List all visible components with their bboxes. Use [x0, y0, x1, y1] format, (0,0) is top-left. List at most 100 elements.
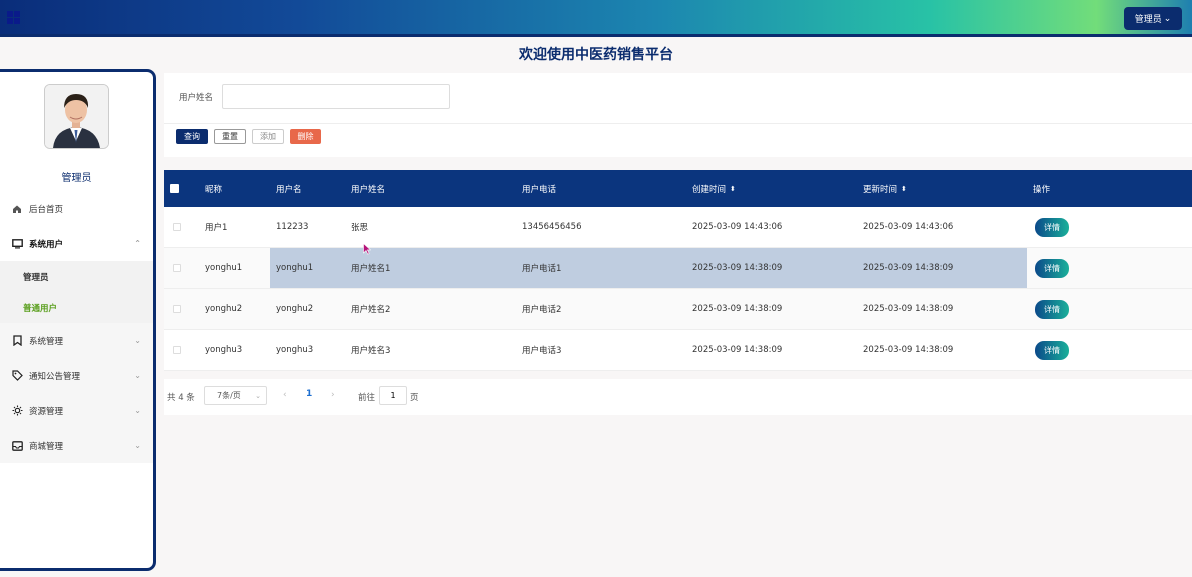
detail-button[interactable]: 详情	[1035, 217, 1069, 237]
page-size-value: 7条/页	[217, 391, 241, 400]
column-header-updated[interactable]: 更新时间 ⬍	[863, 170, 907, 207]
sidebar-item-resource-management[interactable]: 资源管理 ⌄	[0, 393, 153, 428]
query-button[interactable]: 查询	[176, 129, 208, 144]
cell-created: 2025-03-09 14:38:09	[692, 263, 783, 273]
sidebar-item-mall-management[interactable]: 商城管理 ⌄	[0, 428, 153, 463]
top-bar: 管理员 ⌄	[0, 0, 1192, 37]
column-header-label: 创建时间	[692, 184, 727, 195]
cell-actions: 详情	[1035, 248, 1069, 288]
page-size-select[interactable]: 7条/页 ⌄	[204, 386, 267, 405]
column-header-actions: 操作	[1033, 184, 1051, 195]
detail-button[interactable]: 详情	[1035, 258, 1069, 278]
page-number-current[interactable]: 1	[306, 389, 312, 399]
sidebar-item-label: 后台首页	[29, 204, 64, 215]
table-row[interactable]: yonghu3 yonghu3 用户姓名3 用户电话3 2025-03-09 1…	[164, 330, 1192, 371]
row-checkbox-cell	[173, 207, 181, 247]
row-checkbox-cell	[173, 248, 181, 288]
sidebar-item-label: 系统管理	[29, 336, 64, 347]
sidebar-item-system-management[interactable]: 系统管理 ⌄	[0, 323, 153, 358]
sidebar-item-home[interactable]: 后台首页	[0, 191, 153, 226]
inbox-icon	[11, 440, 23, 452]
sidebar-item-label: 资源管理	[29, 406, 64, 417]
detail-button[interactable]: 详情	[1035, 299, 1069, 319]
cell-updated: 2025-03-09 14:43:06	[863, 222, 954, 232]
select-all-checkbox[interactable]	[170, 184, 179, 193]
sidebar-subitem-normal-users[interactable]: 普通用户	[0, 292, 153, 323]
chevron-up-icon: ⌃	[134, 239, 141, 248]
sidebar-item-label: 通知公告管理	[29, 371, 81, 382]
cell-realname: 用户姓名2	[351, 305, 391, 315]
cell-phone: 13456456456	[522, 222, 582, 232]
select-all-checkbox-cell	[170, 170, 179, 207]
sun-icon	[11, 405, 23, 417]
sidebar-user-name: 管理员	[61, 173, 92, 184]
reset-button[interactable]: 重置	[214, 129, 246, 144]
chevron-down-icon: ⌄	[255, 391, 261, 400]
admin-dropdown-button[interactable]: 管理员 ⌄	[1124, 7, 1182, 30]
prev-page-button[interactable]: ‹	[283, 390, 287, 400]
column-header-username: 用户名	[276, 184, 302, 195]
sort-icon[interactable]: ⬍	[730, 185, 736, 193]
sidebar-menu: 后台首页 系统用户 ⌃ 管理员 普通用户 系统管理 ⌄ 通知公告管理 ⌄ 资源管…	[0, 191, 153, 463]
menu-grid-icon[interactable]	[7, 11, 20, 24]
sidebar-item-notice-management[interactable]: 通知公告管理 ⌄	[0, 358, 153, 393]
pagination: 共 4 条 7条/页 ⌄ ‹ 1 › 前往 页	[164, 379, 1192, 415]
tag-icon	[11, 370, 23, 382]
cell-realname: 用户姓名3	[351, 346, 391, 356]
add-button[interactable]: 添加	[252, 129, 284, 144]
page-suffix-label: 页	[410, 393, 419, 403]
cell-username: yonghu3	[276, 345, 314, 355]
chevron-down-icon: ⌄	[134, 371, 141, 380]
cell-phone: 用户电话2	[522, 305, 562, 315]
cell-username: yonghu2	[276, 304, 314, 314]
cell-username: 112233	[276, 222, 309, 232]
row-checkbox[interactable]	[173, 305, 181, 313]
mouse-cursor-icon	[363, 243, 371, 255]
column-header-realname: 用户姓名	[351, 184, 386, 195]
sidebar-subitem-admin[interactable]: 管理员	[0, 261, 153, 292]
divider	[164, 123, 1192, 124]
table-row[interactable]: yonghu2 yonghu2 用户姓名2 用户电话2 2025-03-09 1…	[164, 289, 1192, 330]
cell-created: 2025-03-09 14:38:09	[692, 345, 783, 355]
column-header-phone: 用户电话	[522, 184, 557, 195]
avatar-portrait-icon	[45, 85, 108, 148]
cell-username: yonghu1	[276, 263, 314, 273]
column-header-nickname: 昵称	[205, 184, 223, 195]
cell-nickname: 用户1	[205, 223, 228, 233]
table-header: 昵称 用户名 用户姓名 用户电话 创建时间 ⬍ 更新时间 ⬍ 操作	[164, 170, 1192, 207]
cell-updated: 2025-03-09 14:38:09	[863, 345, 954, 355]
detail-button[interactable]: 详情	[1035, 340, 1069, 360]
sidebar-item-system-users[interactable]: 系统用户 ⌃	[0, 226, 153, 261]
cell-phone: 用户电话3	[522, 346, 562, 356]
admin-dropdown-label: 管理员	[1134, 15, 1162, 25]
cell-nickname: yonghu1	[205, 263, 243, 273]
sidebar-item-label: 系统用户	[29, 239, 64, 250]
cell-created: 2025-03-09 14:38:09	[692, 304, 783, 314]
users-table: 昵称 用户名 用户姓名 用户电话 创建时间 ⬍ 更新时间 ⬍ 操作 用户1 11…	[164, 170, 1192, 371]
goto-page-input[interactable]	[379, 386, 407, 405]
sidebar-item-label: 商城管理	[29, 441, 64, 452]
table-row[interactable]: 用户1 112233 张思 13456456456 2025-03-09 14:…	[164, 207, 1192, 248]
row-checkbox[interactable]	[173, 346, 181, 354]
username-search-input[interactable]	[222, 84, 450, 109]
cell-actions: 详情	[1035, 207, 1069, 247]
avatar	[44, 84, 109, 149]
chevron-down-icon: ⌄	[134, 441, 141, 450]
chevron-down-icon: ⌄	[134, 336, 141, 345]
cell-nickname: yonghu3	[205, 345, 243, 355]
delete-button[interactable]: 删除	[290, 129, 321, 144]
next-page-button[interactable]: ›	[331, 390, 335, 400]
goto-label: 前往	[358, 393, 376, 403]
pagination-total: 共 4 条	[167, 393, 195, 403]
chevron-down-icon: ⌄	[134, 406, 141, 415]
sort-icon[interactable]: ⬍	[901, 185, 907, 193]
cell-updated: 2025-03-09 14:38:09	[863, 263, 954, 273]
row-checkbox[interactable]	[173, 223, 181, 231]
column-header-created[interactable]: 创建时间 ⬍	[692, 170, 736, 207]
row-checkbox[interactable]	[173, 264, 181, 272]
table-row[interactable]: yonghu1 yonghu1 用户姓名1 用户电话1 2025-03-09 1…	[164, 248, 1192, 289]
cell-actions: 详情	[1035, 289, 1069, 329]
cell-phone: 用户电话1	[522, 264, 562, 274]
cell-realname: 张思	[351, 223, 369, 233]
sidebar: 管理员 后台首页 系统用户 ⌃ 管理员 普通用户 系统管理 ⌄ 通知公告管理 ⌄…	[0, 69, 156, 571]
